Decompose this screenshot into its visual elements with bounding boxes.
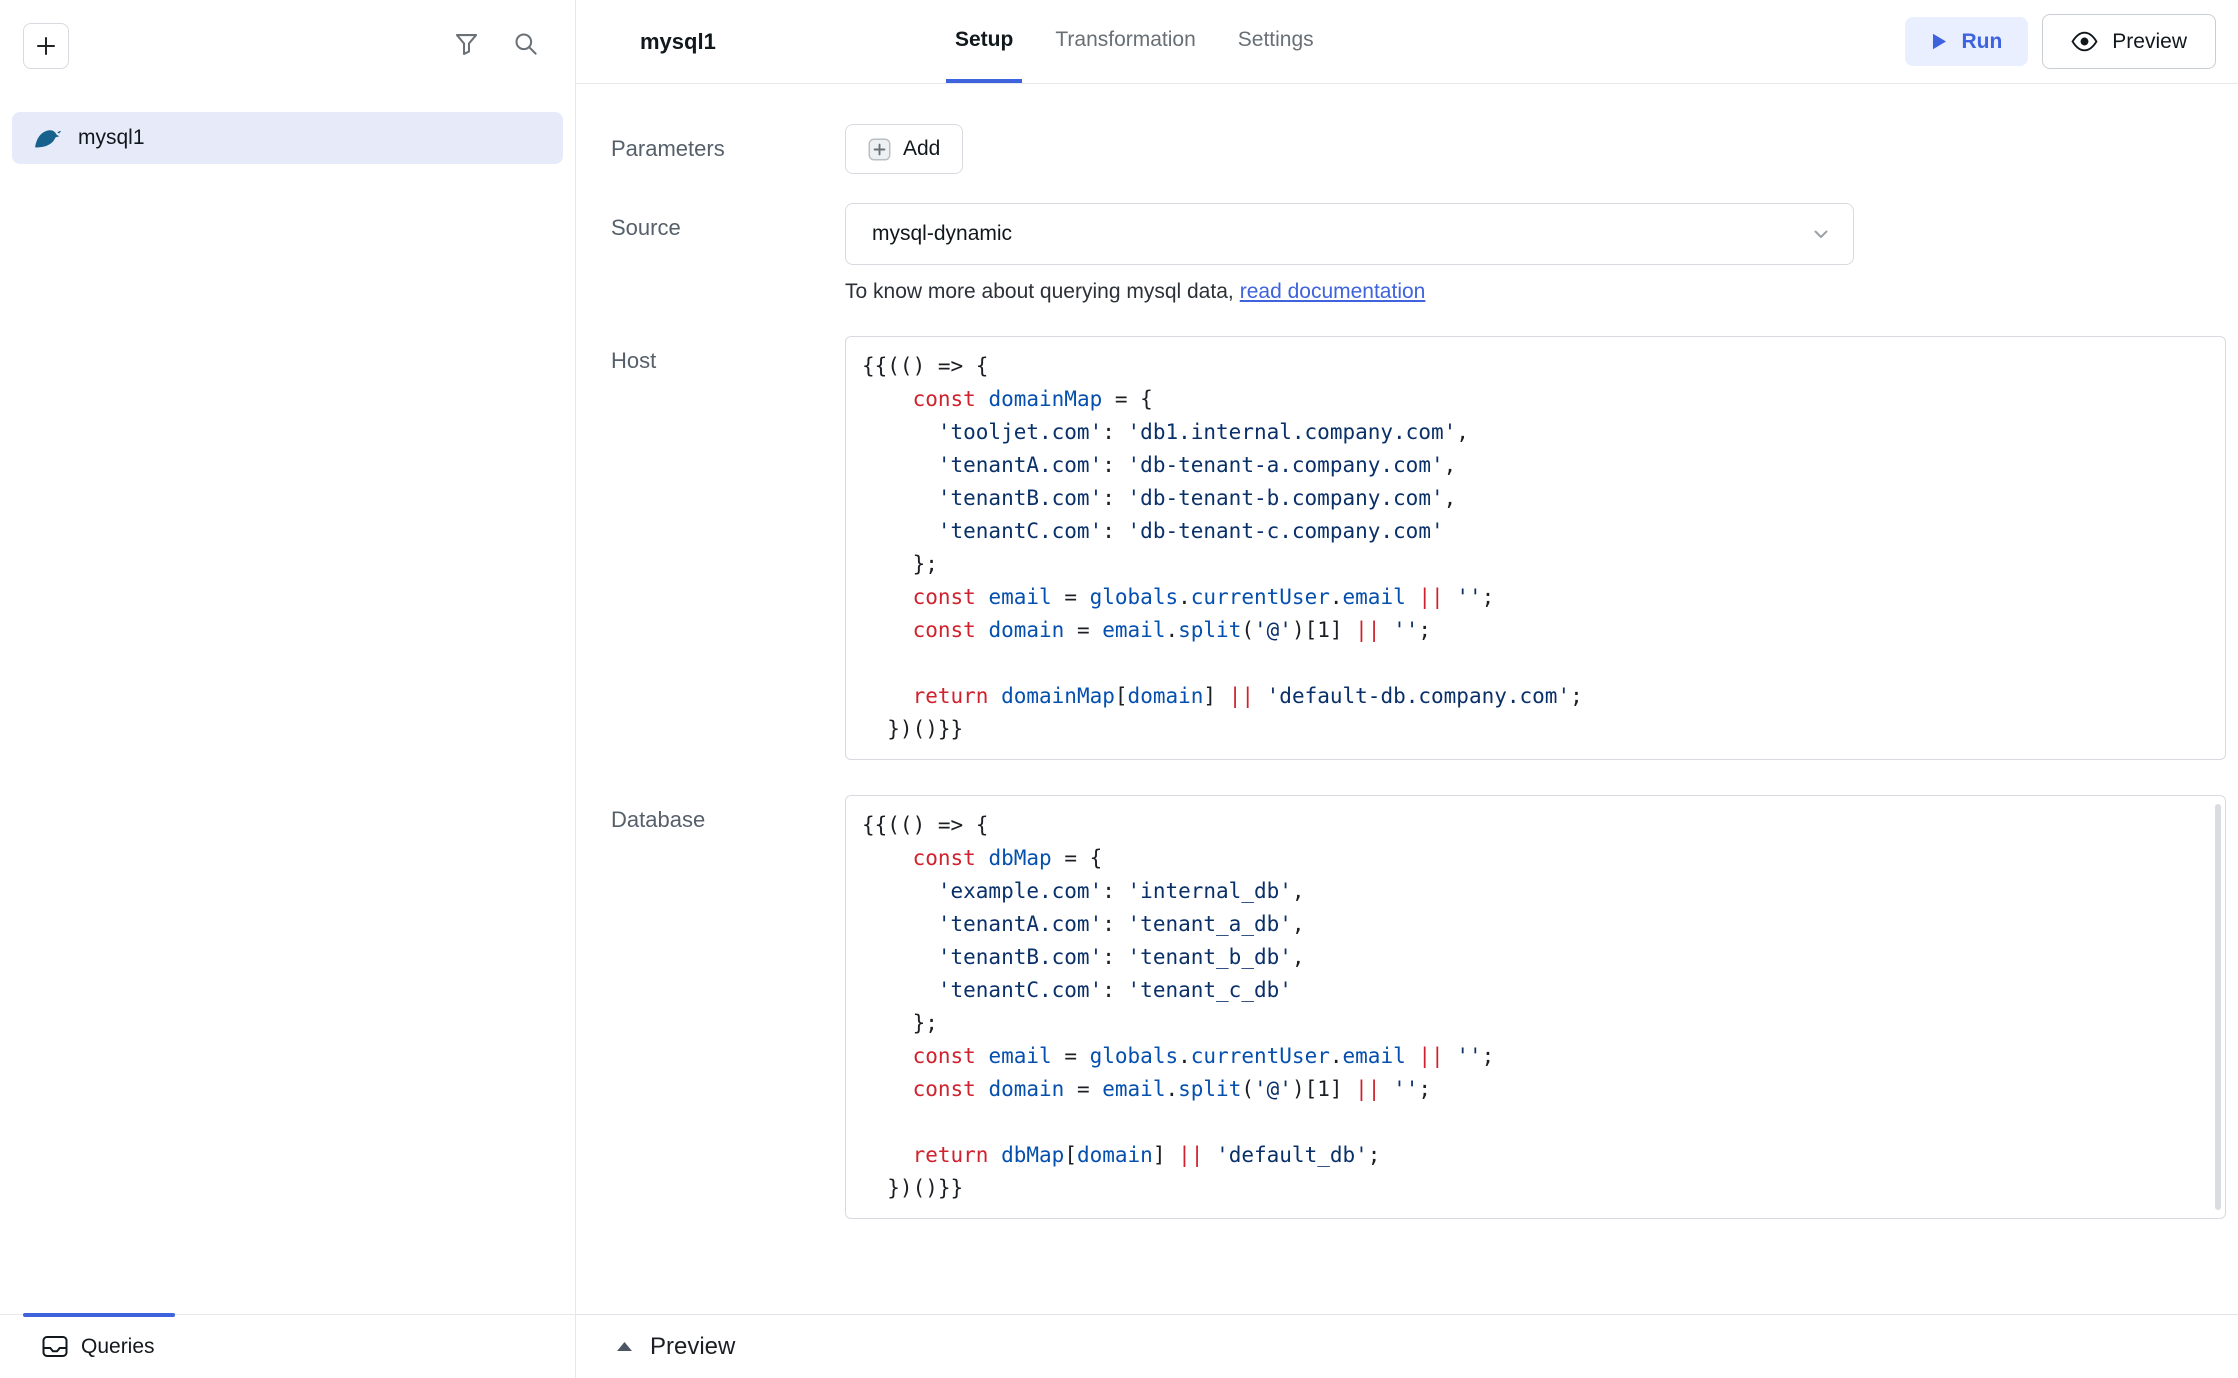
tab-settings[interactable]: Settings: [1229, 0, 1323, 83]
tab-transformation-label: Transformation: [1055, 28, 1195, 52]
query-item-label: mysql1: [78, 126, 145, 150]
parameters-label: Parameters: [611, 136, 845, 162]
sidebar-toolbar: [0, 0, 575, 112]
header-actions: Run Preview: [1905, 14, 2216, 69]
run-button-label: Run: [1961, 30, 2002, 54]
preview-button[interactable]: Preview: [2042, 14, 2216, 69]
host-row: Host {{(() => { const domainMap = { 'too…: [611, 336, 2226, 760]
run-button[interactable]: Run: [1905, 17, 2028, 66]
queries-tab-label: Queries: [81, 1335, 155, 1359]
caret-up-icon: [616, 1341, 633, 1352]
source-select-value: mysql-dynamic: [872, 222, 1012, 246]
database-row: Database {{(() => { const dbMap = { 'exa…: [611, 795, 2226, 1219]
source-select[interactable]: mysql-dynamic: [845, 203, 1854, 265]
sidebar-toolbar-icons: [453, 30, 539, 57]
editor-scrollbar[interactable]: [2215, 804, 2221, 1210]
tab-transformation[interactable]: Transformation: [1046, 0, 1204, 83]
host-field: {{(() => { const domainMap = { 'tooljet.…: [845, 336, 2226, 760]
tab-setup[interactable]: Setup: [946, 0, 1022, 83]
source-label: Source: [611, 203, 845, 241]
database-code[interactable]: {{(() => { const dbMap = { 'example.com'…: [862, 809, 2209, 1205]
bottom-panel-tabs: Queries: [0, 1314, 575, 1378]
tab-settings-label: Settings: [1238, 28, 1314, 52]
parameters-row: Parameters Add: [611, 124, 2226, 174]
plus-icon: [34, 34, 58, 58]
plus-square-icon: [868, 138, 891, 161]
mysql-dolphin-icon: [32, 123, 62, 153]
source-row: Source mysql-dynamic To know more about …: [611, 203, 2226, 304]
inbox-icon: [42, 1335, 68, 1358]
play-icon: [1931, 32, 1948, 51]
database-field: {{(() => { const dbMap = { 'example.com'…: [845, 795, 2226, 1219]
host-code[interactable]: {{(() => { const domainMap = { 'tooljet.…: [862, 350, 2209, 746]
active-tab-indicator: [23, 1313, 175, 1317]
tab-setup-label: Setup: [955, 28, 1013, 52]
preview-panel-label: Preview: [650, 1333, 735, 1361]
host-code-editor[interactable]: {{(() => { const domainMap = { 'tooljet.…: [845, 336, 2226, 760]
add-parameter-button[interactable]: Add: [845, 124, 963, 174]
source-help-plain: To know more about querying mysql data,: [845, 280, 1234, 303]
query-editor-page: mysql1 Queries mysql1 Setup Transforma: [0, 0, 2238, 1378]
add-parameter-label: Add: [903, 137, 940, 161]
query-tabs: Setup Transformation Settings: [946, 0, 1323, 83]
source-help-text: To know more about querying mysql data, r…: [845, 280, 1854, 304]
new-query-button[interactable]: [23, 23, 69, 69]
search-icon: [512, 30, 539, 57]
filter-button[interactable]: [453, 30, 480, 57]
search-button[interactable]: [512, 30, 539, 57]
tab-queries[interactable]: Queries: [0, 1315, 575, 1378]
query-title: mysql1: [640, 29, 716, 55]
filter-icon: [453, 30, 480, 57]
preview-button-label: Preview: [2112, 30, 2187, 54]
query-detail-panel: mysql1 Setup Transformation Settings Ru: [576, 0, 2238, 1378]
source-field: mysql-dynamic To know more about queryin…: [845, 203, 1854, 304]
parameters-field: Add: [845, 124, 963, 174]
database-code-editor[interactable]: {{(() => { const dbMap = { 'example.com'…: [845, 795, 2226, 1219]
query-list-item-mysql1[interactable]: mysql1: [12, 112, 563, 164]
eye-icon: [2071, 31, 2098, 52]
query-list-sidebar: mysql1 Queries: [0, 0, 576, 1378]
database-label: Database: [611, 795, 845, 833]
preview-panel-header[interactable]: Preview: [576, 1314, 2238, 1378]
chevron-down-icon: [1809, 222, 1833, 246]
read-documentation-link[interactable]: read documentation: [1240, 280, 1426, 303]
query-header: mysql1 Setup Transformation Settings Ru: [576, 0, 2238, 84]
setup-form: Parameters Add Source mysql-dy: [576, 84, 2238, 1288]
host-label: Host: [611, 336, 845, 374]
